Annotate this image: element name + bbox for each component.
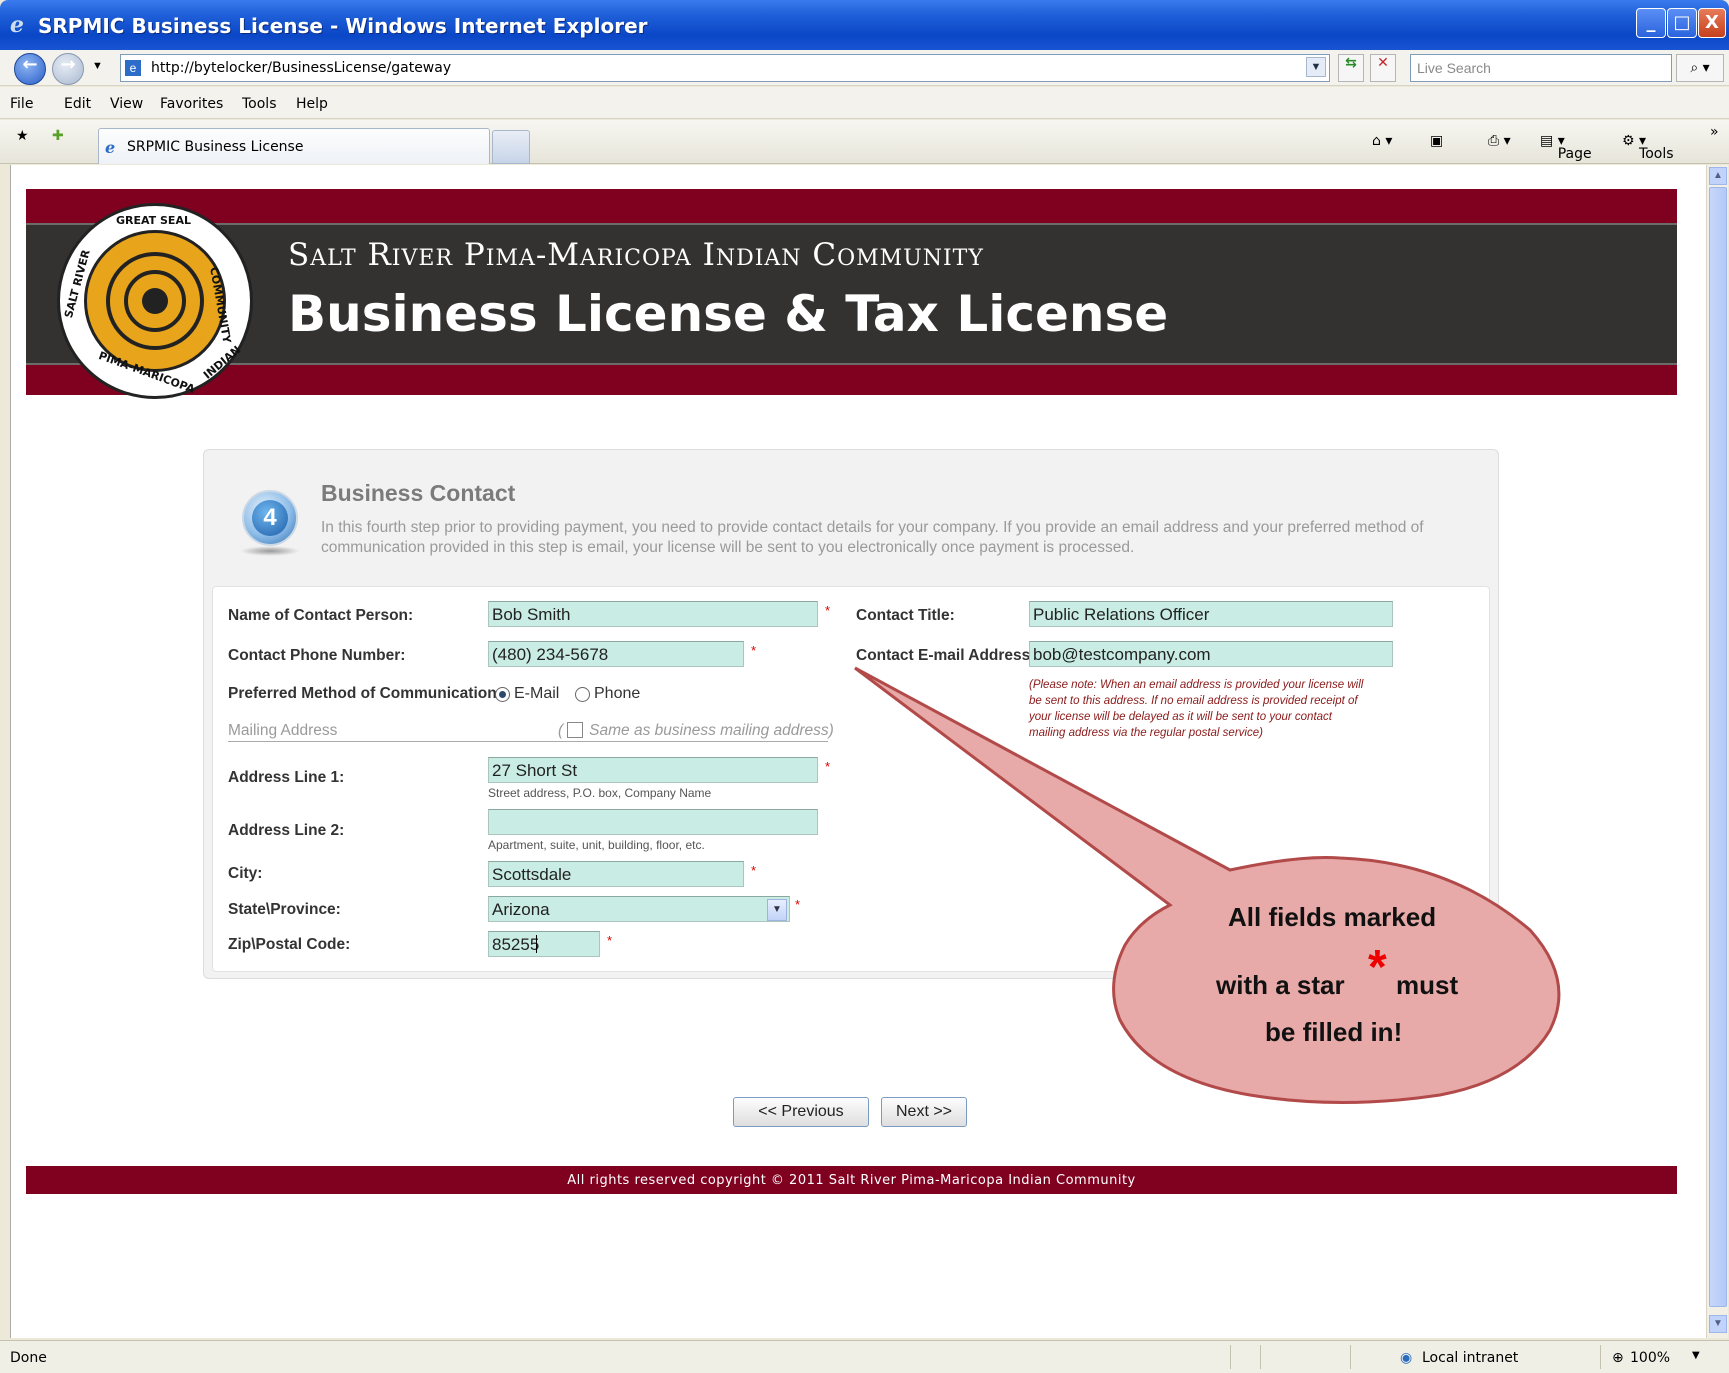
- callout-line-1: All fields marked: [1228, 902, 1437, 932]
- status-divider: [1600, 1345, 1601, 1369]
- globe-icon: ◉: [1400, 1350, 1413, 1366]
- browser-window: e SRPMIC Business License - Windows Inte…: [0, 0, 1729, 1373]
- callout-shape: [854, 666, 1561, 1104]
- callout-star: *: [1368, 941, 1387, 994]
- status-divider: [1260, 1345, 1261, 1369]
- status-divider: [1230, 1345, 1231, 1369]
- status-text: Done: [10, 1350, 47, 1366]
- callout-bubble: [854, 666, 1561, 1104]
- status-divider: [1350, 1345, 1351, 1369]
- zone-text: Local intranet: [1422, 1350, 1519, 1366]
- callout-line-2a: with a star: [1216, 970, 1345, 1000]
- zoom-level[interactable]: 100%: [1630, 1350, 1670, 1366]
- callout-line-3: be filled in!: [1265, 1017, 1403, 1047]
- zoom-icon[interactable]: ⊕: [1612, 1350, 1624, 1366]
- zoom-dropdown-icon[interactable]: ▼: [1692, 1350, 1700, 1361]
- status-bar: Done ◉ Local intranet ⊕ 100% ▼: [0, 1340, 1729, 1373]
- callout-line-2b: must: [1396, 970, 1459, 1000]
